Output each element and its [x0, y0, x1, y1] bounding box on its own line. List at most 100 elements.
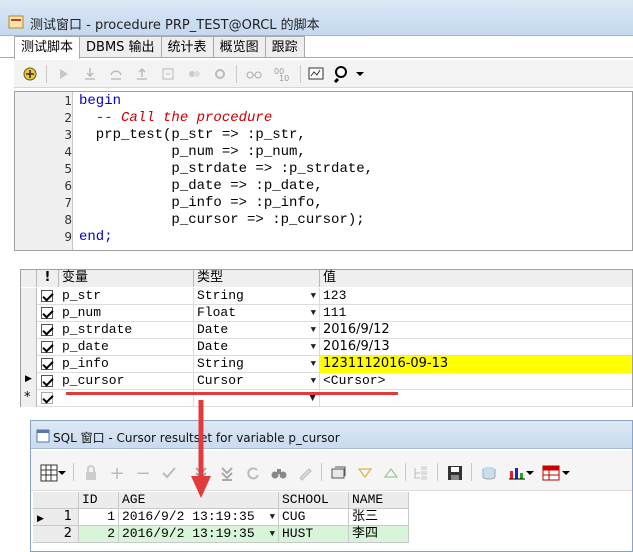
database-icon[interactable] — [479, 463, 499, 483]
cell-school[interactable]: HUST — [279, 526, 349, 543]
variable-type[interactable]: String ▼ — [194, 356, 320, 373]
variable-row[interactable]: p_date Date ▼ 2016/9/13 — [21, 339, 632, 356]
variable-type[interactable]: String ▼ — [194, 288, 320, 305]
tab-trace[interactable]: 跟踪 — [264, 36, 305, 58]
triangle-down-icon[interactable] — [355, 463, 375, 483]
column-header-school[interactable]: SCHOOL — [279, 492, 349, 509]
step-out-icon[interactable] — [132, 64, 152, 84]
variable-checkbox[interactable] — [41, 324, 53, 336]
triangle-up-icon[interactable] — [381, 463, 401, 483]
variable-checkbox[interactable] — [41, 307, 53, 319]
variables-header-row: ! 变量 类型 值 — [21, 270, 632, 287]
result-row[interactable]: ▶ 1 1 2016/9/2 13:19:35 ▼ CUG 张三 — [33, 509, 409, 526]
header-variable[interactable]: 变量 — [59, 270, 194, 287]
variable-value-highlighted[interactable]: 1231112016-09-13 — [320, 356, 632, 373]
variable-row[interactable]: p_strdate Date ▼ 2016/9/12 — [21, 322, 632, 339]
toolbar-separator — [471, 463, 472, 481]
chevron-down-icon[interactable]: ▼ — [311, 373, 316, 389]
variable-checkbox[interactable] — [41, 392, 53, 404]
variable-type[interactable]: Cursor ▼ — [194, 373, 320, 390]
variable-row[interactable]: p_info String ▼ 1231112016-09-13 — [21, 356, 632, 373]
column-header-id[interactable]: ID — [79, 492, 119, 509]
step-into-icon[interactable] — [80, 64, 100, 84]
chevron-down-icon[interactable]: ▼ — [270, 526, 275, 542]
query-by-example-icon[interactable] — [329, 463, 349, 483]
variable-value[interactable]: 2016/9/13 — [320, 339, 632, 356]
chevron-down-icon[interactable]: ▼ — [311, 305, 316, 321]
column-header-name[interactable]: NAME — [349, 492, 409, 509]
variable-checkbox[interactable] — [41, 358, 53, 370]
run-icon[interactable] — [54, 64, 74, 84]
run-to-exception-icon[interactable] — [158, 64, 178, 84]
export-icon[interactable] — [541, 463, 561, 483]
post-changes-icon[interactable] — [159, 463, 179, 483]
watch-icon[interactable] — [244, 64, 264, 84]
variable-name[interactable]: p_date — [59, 339, 194, 356]
clear-icon[interactable] — [295, 463, 315, 483]
chevron-down-icon[interactable]: ▼ — [311, 322, 316, 338]
variable-value[interactable]: 123 — [320, 288, 632, 305]
chevron-down-icon[interactable] — [525, 463, 535, 483]
variable-checkbox[interactable] — [41, 375, 53, 387]
lock-icon[interactable] — [81, 463, 101, 483]
variable-type[interactable]: Date ▼ — [194, 322, 320, 339]
header-value[interactable]: 值 — [320, 270, 632, 287]
refresh-icon[interactable] — [243, 463, 263, 483]
variable-checkbox[interactable] — [41, 341, 53, 353]
variable-name[interactable]: p_str — [59, 288, 194, 305]
fetch-last-icon[interactable] — [217, 463, 237, 483]
debug-start-icon[interactable] — [20, 64, 40, 84]
variables-icon[interactable]: 00 10 — [272, 64, 292, 84]
chevron-down-icon[interactable]: ▼ — [311, 339, 316, 355]
variable-name[interactable]: p_cursor — [59, 373, 194, 390]
header-type[interactable]: 类型 — [194, 270, 320, 287]
variable-value[interactable]: 2016/9/12 — [320, 322, 632, 339]
variable-type[interactable]: Date ▼ — [194, 339, 320, 356]
step-over-icon[interactable] — [106, 64, 126, 84]
chevron-down-icon[interactable]: ▼ — [311, 288, 316, 304]
binoculars-icon[interactable] — [269, 463, 289, 483]
variable-name[interactable]: p_info — [59, 356, 194, 373]
find-icon[interactable] — [332, 64, 352, 84]
chevron-down-icon[interactable] — [350, 64, 370, 84]
tree-view-icon[interactable] — [411, 463, 431, 483]
cell-id[interactable]: 1 — [79, 509, 119, 526]
variable-checkbox[interactable] — [41, 290, 53, 302]
cell-name[interactable]: 李四 — [349, 526, 409, 543]
settings-icon[interactable] — [210, 64, 230, 84]
code-editor[interactable]: 1 2 3 4 5 6 7 8 9 begin -- Call the proc… — [14, 91, 633, 251]
chevron-down-icon[interactable]: ▼ — [270, 509, 275, 525]
variable-name[interactable]: p_num — [59, 305, 194, 322]
variable-row[interactable]: p_str String ▼ 123 — [21, 288, 632, 305]
variable-value[interactable]: 111 — [320, 305, 632, 322]
variables-grid: ! 变量 类型 值 p_str String ▼ 123 p_num Float ▼… — [20, 269, 633, 407]
tab-test-script[interactable]: 测试脚本 — [14, 36, 81, 59]
cell-age[interactable]: 2016/9/2 13:19:35 ▼ — [119, 526, 279, 543]
toggle-breakpoint-icon[interactable] — [184, 64, 204, 84]
variable-row-current[interactable]: ▶ p_cursor Cursor ▼ <Cursor> — [21, 373, 632, 390]
chevron-down-icon[interactable] — [561, 463, 571, 483]
add-record-icon[interactable]: + — [107, 463, 127, 484]
fetch-next-icon[interactable] — [191, 463, 211, 483]
variable-row[interactable]: p_num Float ▼ 111 — [21, 305, 632, 322]
code-line: end; — [79, 229, 113, 245]
cell-school[interactable]: CUG — [279, 509, 349, 526]
variable-type[interactable]: Float ▼ — [194, 305, 320, 322]
tab-dbms-output[interactable]: DBMS 输出 — [79, 36, 162, 58]
chart-icon[interactable] — [507, 463, 527, 483]
cell-name[interactable]: 张三 — [349, 509, 409, 526]
tab-statistics[interactable]: 统计表 — [160, 36, 214, 58]
chevron-down-icon[interactable] — [57, 463, 67, 483]
cell-age[interactable]: 2016/9/2 13:19:35 ▼ — [119, 509, 279, 526]
column-header-age[interactable]: AGE — [119, 492, 279, 509]
grid-view-icon[interactable] — [39, 463, 59, 483]
delete-record-icon[interactable]: − — [133, 463, 153, 484]
result-row-selected[interactable]: 2 2 2016/9/2 13:19:35 ▼ HUST 李四 — [33, 526, 409, 543]
variable-value-cursor[interactable]: <Cursor> — [320, 373, 632, 390]
save-icon[interactable] — [445, 463, 465, 483]
variable-name[interactable]: p_strdate — [59, 322, 194, 339]
chevron-down-icon[interactable]: ▼ — [311, 356, 316, 372]
output-window-icon[interactable] — [306, 64, 326, 84]
cell-id[interactable]: 2 — [79, 526, 119, 543]
tab-profiler[interactable]: 概览图 — [212, 36, 266, 58]
